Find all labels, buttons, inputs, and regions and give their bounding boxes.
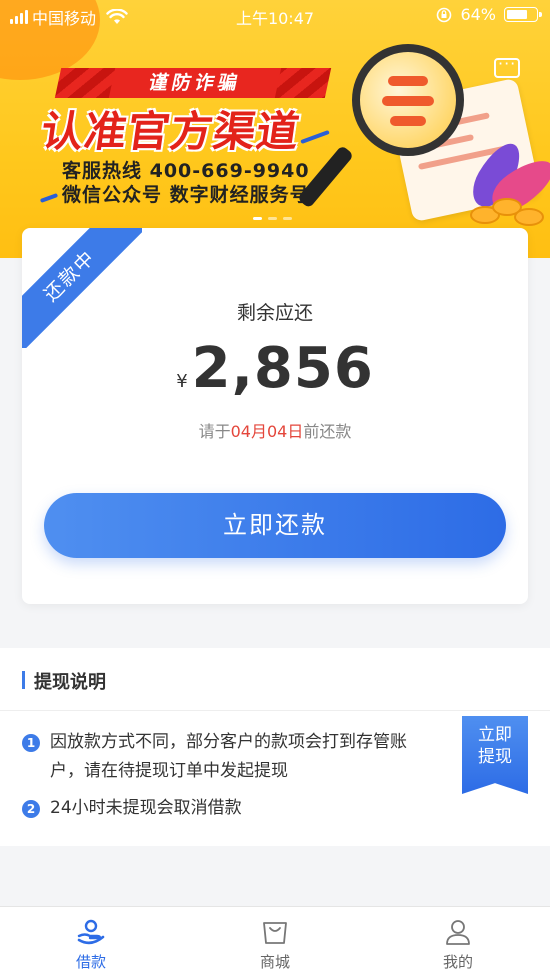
- due-date: 04月04日: [230, 422, 304, 441]
- number-badge: 1: [22, 734, 40, 752]
- caution-label: 谨防诈骗: [108, 68, 282, 98]
- wechat-text: 微信公众号 数字财经服务号: [62, 184, 310, 206]
- magnifier-illustration: [352, 44, 464, 156]
- status-right: 64%: [436, 5, 542, 24]
- divider: [0, 710, 550, 711]
- status-ribbon: 还款中: [22, 228, 142, 348]
- carousel-indicator: [253, 217, 292, 220]
- note-item: 1 因放款方式不同，部分客户的款项会打到存管账户，请在待提现订单中发起提现: [22, 728, 412, 786]
- tab-mall[interactable]: 商城: [225, 917, 325, 972]
- battery-icon: [504, 7, 542, 22]
- coin-decoration: [514, 208, 544, 226]
- withdraw-tag-line1: 立即: [478, 725, 512, 745]
- tab-label: 借款: [75, 953, 106, 971]
- note-text: 24小时未提现会取消借款: [50, 798, 242, 818]
- user-icon: [446, 920, 470, 945]
- currency-symbol: ¥: [176, 371, 188, 392]
- due-suffix: 前还款: [303, 422, 352, 441]
- withdraw-notes-section: 提现说明 1 因放款方式不同，部分客户的款项会打到存管账户，请在待提现订单中发起…: [0, 648, 550, 846]
- orientation-lock-icon: [437, 7, 452, 22]
- accent-dash: [39, 193, 59, 203]
- note-item: 2 24小时未提现会取消借款: [22, 794, 412, 823]
- due-prefix: 请于: [198, 422, 231, 441]
- carousel-dot[interactable]: [268, 217, 277, 220]
- carousel-dot[interactable]: [253, 217, 262, 220]
- loan-hand-icon: [77, 919, 105, 945]
- battery-percent: 64%: [460, 5, 496, 24]
- tab-label: 我的: [442, 953, 473, 971]
- hotline-text: 客服热线 400-669-9940: [62, 160, 310, 182]
- status-bar: 中国移动 上午10:47 64%: [0, 0, 550, 30]
- amount-display: ¥2,856: [22, 336, 528, 401]
- promo-banner[interactable]: 中国移动 上午10:47 64% 谨防诈骗 认准官方渠道 客服热线 400-66…: [0, 0, 550, 258]
- remaining-amount: 2,856: [191, 336, 374, 401]
- status-ribbon-label: 还款中: [22, 228, 142, 348]
- repay-now-button[interactable]: 立即还款: [44, 493, 506, 558]
- banner-headline: 认准官方渠道: [38, 107, 304, 156]
- bottom-tab-bar: 借款 商城 我的: [0, 906, 550, 979]
- tab-label: 商城: [259, 953, 290, 971]
- withdraw-tag-line2: 提现: [478, 747, 512, 767]
- withdraw-now-button[interactable]: 立即 提现: [462, 716, 528, 794]
- number-badge: 2: [22, 800, 40, 818]
- note-text: 因放款方式不同，部分客户的款项会打到存管账户，请在待提现订单中发起提现: [50, 732, 407, 781]
- tab-loan[interactable]: 借款: [41, 917, 141, 972]
- message-icon[interactable]: [494, 54, 520, 78]
- section-title: 提现说明: [22, 668, 106, 694]
- shopping-bag-icon: [263, 922, 287, 944]
- accent-dash: [300, 129, 330, 145]
- carousel-dot[interactable]: [283, 217, 292, 220]
- remaining-label: 剩余应还: [236, 302, 313, 324]
- tab-mine[interactable]: 我的: [408, 917, 508, 972]
- repay-card: 还款中 剩余应还 ¥2,856 请于04月04日前还款 立即还款: [22, 228, 528, 604]
- due-date-text: 请于04月04日前还款: [22, 418, 528, 442]
